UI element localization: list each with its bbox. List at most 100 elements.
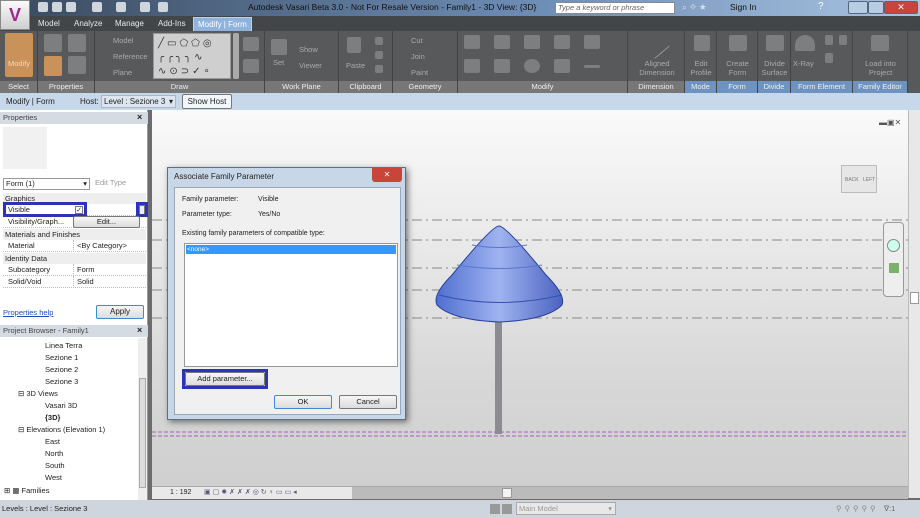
tree-node-3d-views[interactable]: ⊟ 3D Views (18, 389, 58, 398)
show-host-button[interactable]: Show Host (182, 94, 232, 109)
view-scale[interactable]: 1 : 192 (170, 487, 191, 499)
paste-icon[interactable] (347, 37, 361, 53)
cancel-button[interactable]: Cancel (339, 395, 397, 409)
gallery-scroll[interactable] (233, 33, 239, 79)
split-icon[interactable] (554, 35, 570, 49)
draw-shape-icons[interactable]: ╱▭⬠⬠◎ ╭╭╮╮∿ ∿⊙⊃✓∘ (158, 37, 215, 79)
viewcube[interactable]: BACK LEFT (841, 165, 877, 193)
panel-label[interactable]: Dimension (628, 81, 684, 93)
edit-profile-button[interactable]: Edit Profile (685, 59, 717, 77)
panel-label[interactable]: Select (0, 81, 37, 93)
design-option-dropdown[interactable]: Main Model ▾ (516, 502, 616, 515)
tree-item[interactable]: South (45, 461, 65, 470)
ok-button[interactable]: OK (274, 395, 332, 409)
sign-in-button[interactable]: Sign In (730, 2, 756, 12)
parameter-list[interactable]: <none> (184, 243, 398, 367)
aligned-dimension-button[interactable]: Aligned Dimension (632, 59, 682, 77)
tab-model[interactable]: Model (34, 17, 64, 30)
viewer-button[interactable]: Viewer (299, 61, 322, 70)
properties-help-link[interactable]: Properties help (3, 308, 53, 317)
reference-button[interactable]: Reference (113, 52, 148, 61)
copy-icon[interactable] (375, 37, 383, 45)
close-icon[interactable]: × (137, 325, 142, 335)
type-selector[interactable]: Form (1) ▾ (3, 178, 90, 190)
tree-item[interactable]: East (45, 437, 60, 446)
list-item-selected[interactable]: <none> (186, 245, 396, 254)
edit-type-button[interactable]: Edit Type (95, 178, 126, 187)
open-icon[interactable] (38, 2, 48, 12)
set-work-plane-icon[interactable] (271, 39, 287, 55)
material-value[interactable]: <By Category> (73, 240, 127, 252)
tree-item-active[interactable]: {3D} (45, 413, 60, 422)
model-button[interactable]: Model (113, 36, 133, 45)
tree-item[interactable]: West (45, 473, 62, 482)
dissolve-icon[interactable] (825, 53, 833, 63)
rotate-icon[interactable] (524, 59, 540, 73)
move-icon[interactable] (464, 59, 480, 73)
create-form-button[interactable]: Create Form (717, 59, 758, 77)
cut-button[interactable]: Cut (411, 36, 423, 45)
browser-scrollbar[interactable] (138, 338, 147, 500)
mirror-icon[interactable] (524, 35, 540, 49)
show-button[interactable]: Show (299, 45, 318, 54)
solid-void-value[interactable]: Solid (73, 276, 94, 288)
match-properties-icon[interactable] (375, 65, 383, 73)
tree-item[interactable]: Sezione 3 (45, 377, 78, 386)
type-properties-icon[interactable] (68, 34, 86, 52)
save-icon[interactable] (52, 2, 62, 12)
tab-analyze[interactable]: Analyze (70, 17, 106, 30)
view-control-icons[interactable]: ▣▢✹✗✗✗◎↻♀▭▭◂ (204, 487, 299, 499)
tree-node-elevations[interactable]: ⊟ Elevations (Elevation 1) (18, 425, 105, 434)
modify-button[interactable]: Modify (5, 33, 33, 77)
pick-faces-icon[interactable] (243, 59, 259, 73)
tab-add-ins[interactable]: Add-Ins (154, 17, 190, 30)
join-button[interactable]: Join (411, 52, 425, 61)
group-identity[interactable]: Identity Data (3, 253, 146, 264)
plane-button[interactable]: Plane (113, 68, 132, 77)
cut-clipboard-icon[interactable] (375, 51, 383, 59)
trim-icon[interactable] (554, 59, 570, 73)
host-dropdown[interactable]: Level : Sezione 3 ▾ (101, 95, 176, 108)
editable-only-icon[interactable] (490, 504, 500, 514)
paint-button[interactable]: Paint (411, 68, 428, 77)
dialog-close-button[interactable]: ✕ (372, 168, 402, 182)
tab-manage[interactable]: Manage (111, 17, 148, 30)
search-input[interactable]: Type a keyword or phrase (555, 2, 675, 14)
load-into-project-button[interactable]: Load into Project (853, 59, 908, 77)
tree-item[interactable]: Sezione 1 (45, 353, 78, 362)
paste-button[interactable]: Paste (346, 61, 365, 70)
properties-icon[interactable] (44, 34, 62, 52)
tab-modify-form[interactable]: Modify | Form (193, 17, 252, 32)
viewcube-left-face[interactable]: LEFT (863, 166, 875, 194)
pick-lines-icon[interactable] (243, 37, 259, 51)
undo-icon[interactable] (66, 2, 76, 12)
offset-icon[interactable] (494, 35, 510, 49)
application-menu-button[interactable]: V (0, 0, 30, 30)
binoculars-icon[interactable]: ⌕ ✧ ★ (682, 2, 707, 13)
tree-item[interactable]: North (45, 449, 63, 458)
selection-filter-icons[interactable]: ⚲⚲⚲⚲⚲ (836, 500, 878, 517)
redo-icon[interactable] (92, 2, 102, 12)
viewport-scrollbar[interactable] (908, 110, 920, 498)
family-category-icon[interactable] (68, 56, 86, 74)
close-button[interactable]: ✕ (884, 1, 918, 14)
maximize-button[interactable] (868, 1, 884, 14)
zoom-icon[interactable] (889, 263, 899, 273)
copy-element-icon[interactable] (494, 59, 510, 73)
add-profile-icon[interactable] (839, 35, 847, 45)
divide-surface-icon[interactable] (766, 35, 784, 51)
draw-tools-gallery[interactable]: ╱▭⬠⬠◎ ╭╭╮╮∿ ∿⊙⊃✓∘ (153, 33, 231, 79)
tree-node-families[interactable]: ⊞ ▦ Families (4, 486, 49, 495)
help-icon[interactable]: ? (818, 1, 824, 12)
viewcube-back-face[interactable]: BACK (845, 166, 859, 194)
add-edge-icon[interactable] (825, 35, 833, 45)
load-into-project-icon[interactable] (871, 35, 889, 51)
sync-icon[interactable] (116, 2, 126, 12)
divide-surface-button[interactable]: Divide Surface (758, 59, 791, 77)
xray-icon[interactable] (795, 35, 815, 51)
tree-item[interactable]: Vasari 3D (45, 401, 77, 410)
edit-visibility-button[interactable]: Edit... (73, 216, 140, 228)
steering-wheel-icon[interactable] (887, 239, 900, 252)
navigation-bar[interactable] (883, 222, 904, 297)
close-view-icon[interactable] (140, 2, 150, 12)
